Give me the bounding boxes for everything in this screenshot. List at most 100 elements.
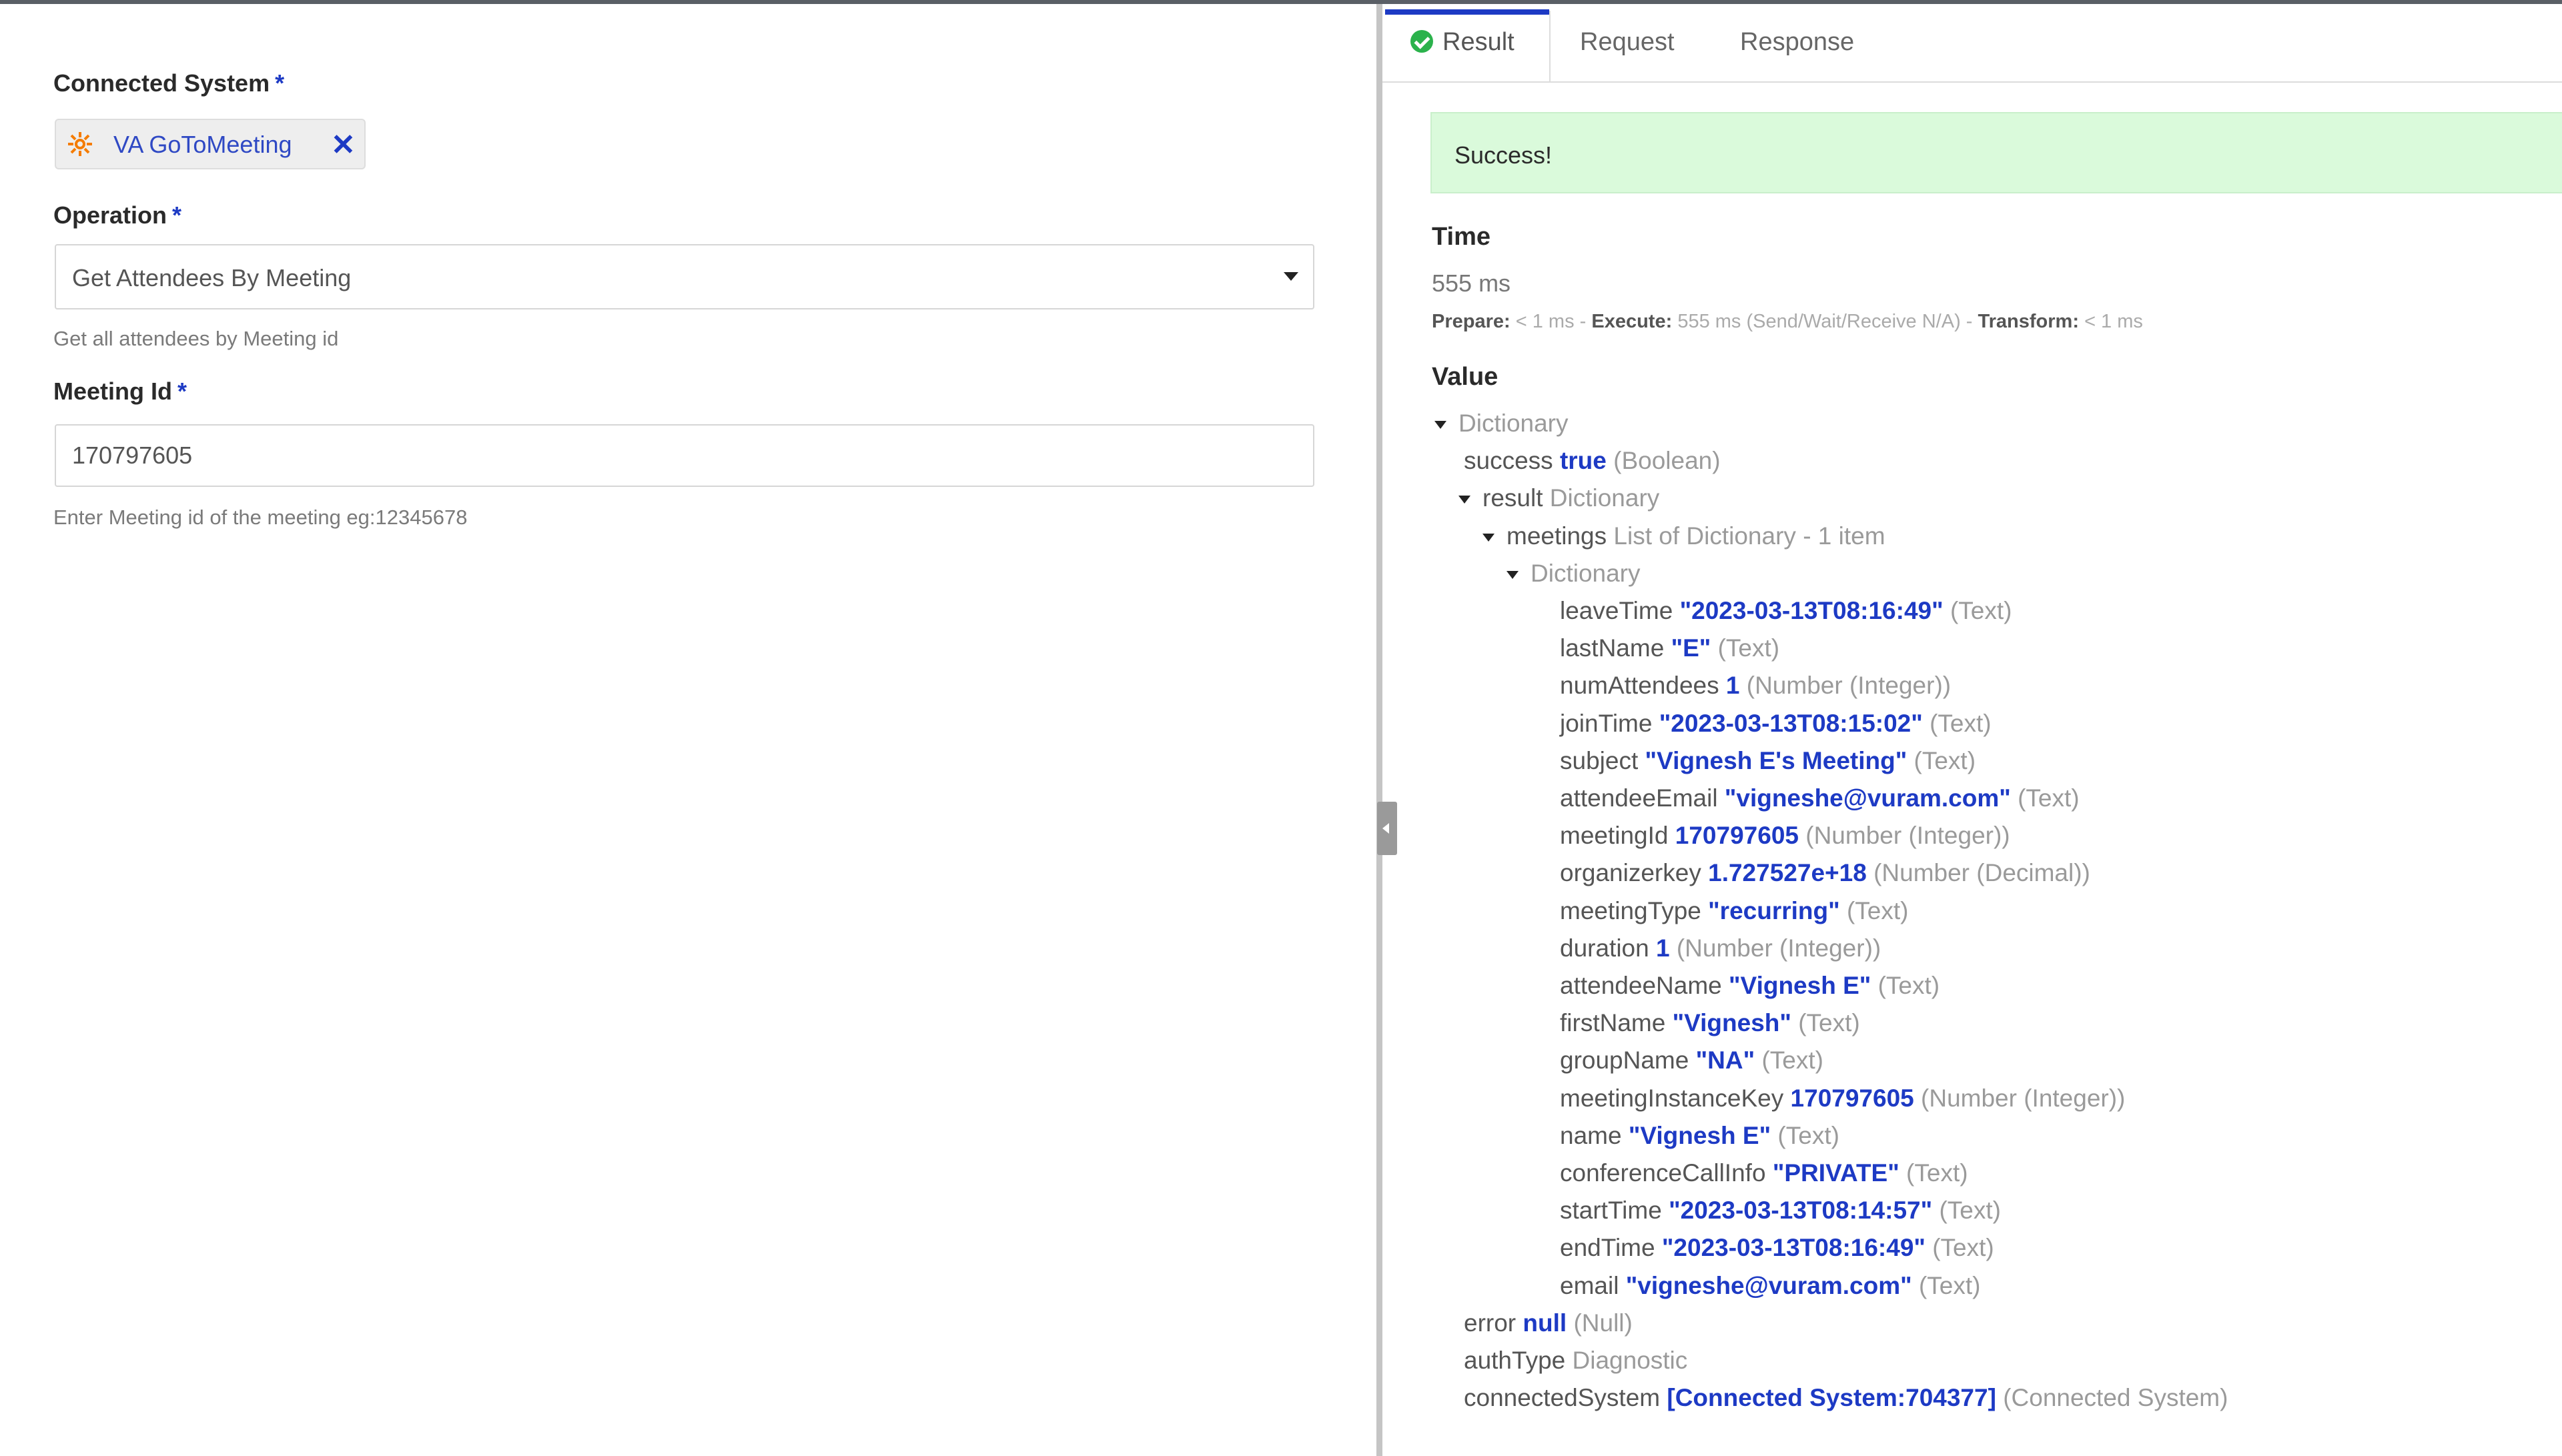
tree-row: email "vigneshe@vuram.com" (Text): [1560, 1272, 1980, 1300]
tree-key: result: [1482, 484, 1543, 512]
meeting-id-help-text: Enter Meeting id of the meeting eg:12345…: [53, 506, 468, 529]
tab-request[interactable]: Request: [1580, 28, 1675, 57]
tree-type: (Text): [1717, 634, 1780, 662]
tree-row[interactable]: meetings List of Dictionary - 1 item: [1482, 522, 1885, 550]
tree-value: "Vignesh E's Meeting": [1645, 747, 1907, 774]
tree-row: groupName "NA" (Text): [1560, 1046, 1823, 1074]
tree-value: true: [1559, 447, 1607, 474]
tree-type: Diagnostic: [1572, 1347, 1688, 1374]
tree-type: List of Dictionary - 1 item: [1613, 522, 1885, 550]
tree-type: (Number (Integer)): [1746, 672, 1952, 699]
tree-type: (Text): [1846, 897, 1909, 924]
tree-key: meetingId: [1560, 822, 1669, 849]
connected-system-name[interactable]: VA GoToMeeting: [113, 131, 292, 159]
tree-value: "PRIVATE": [1772, 1159, 1899, 1187]
tree-key: attendeeName: [1560, 972, 1722, 999]
tree-value: 1: [1656, 934, 1670, 962]
tree-key: startTime: [1560, 1197, 1662, 1224]
tree-value: "Vignesh E": [1729, 972, 1871, 999]
operation-help-text: Get all attendees by Meeting id: [53, 327, 339, 350]
tree-row: error null (Null): [1464, 1309, 1633, 1337]
tree-row: authType Diagnostic: [1464, 1347, 1687, 1375]
tree-row: duration 1 (Number (Integer)): [1560, 934, 1881, 962]
tab-separator: [1549, 11, 1551, 81]
tree-key: subject: [1560, 747, 1639, 774]
tree-value: 170797605: [1675, 822, 1799, 849]
operation-dropdown[interactable]: Get Attendees By Meeting: [55, 244, 1314, 309]
remove-connected-system-close-icon[interactable]: ✕: [331, 128, 356, 162]
tree-type: (Number (Integer)): [1676, 934, 1881, 962]
tab-result[interactable]: Result: [1410, 28, 1515, 57]
tree-row: lastName "E" (Text): [1560, 634, 1779, 662]
tree-row: attendeeEmail "vigneshe@vuram.com" (Text…: [1560, 784, 2080, 812]
tree-key: conferenceCallInfo: [1560, 1159, 1766, 1187]
tree-value: 170797605: [1790, 1084, 1914, 1112]
result-tabs: Result Request Response: [1382, 4, 2562, 83]
tree-row: attendeeName "Vignesh E" (Text): [1560, 972, 1940, 1000]
tree-key: meetings: [1507, 522, 1607, 550]
tree-row[interactable]: Dictionary: [1507, 560, 1641, 588]
tree-key: success: [1464, 447, 1553, 474]
tree-row: meetingInstanceKey 170797605 (Number (In…: [1560, 1084, 2125, 1113]
check-circle-icon: [1410, 30, 1433, 53]
expand-toggle-icon[interactable]: [1507, 571, 1519, 579]
tree-row: startTime "2023-03-13T08:14:57" (Text): [1560, 1197, 2001, 1225]
tree-key: meetingType: [1560, 897, 1701, 924]
tree-type: (Text): [1939, 1197, 2001, 1224]
time-value: 555 ms: [1432, 269, 1511, 297]
tree-type: (Text): [1913, 747, 1976, 774]
tree-value: 1: [1725, 672, 1740, 699]
tree-row: numAttendees 1 (Number (Integer)): [1560, 672, 1951, 700]
tree-key: joinTime: [1560, 710, 1653, 737]
expand-toggle-icon[interactable]: [1482, 534, 1494, 542]
connected-system-chip[interactable]: VA GoToMeeting ✕: [55, 119, 366, 169]
connected-system-label: Connected System *: [53, 69, 285, 97]
tree-type: (Boolean): [1613, 447, 1721, 474]
operation-selected-value: Get Attendees By Meeting: [72, 264, 352, 291]
tree-type: (Null): [1573, 1309, 1633, 1337]
meeting-id-input[interactable]: [55, 424, 1314, 487]
tree-value: "NA": [1695, 1046, 1755, 1074]
tree-row: leaveTime "2023-03-13T08:16:49" (Text): [1560, 597, 2012, 625]
tree-type: (Text): [2018, 784, 2080, 812]
tree-key: firstName: [1560, 1009, 1666, 1036]
expand-toggle-icon[interactable]: [1458, 496, 1470, 504]
success-banner: Success!: [1430, 112, 2562, 193]
tree-type: (Text): [1798, 1009, 1860, 1036]
connected-system-icon: [68, 132, 92, 156]
tree-row: success true (Boolean): [1464, 447, 1721, 475]
tree-key: leaveTime: [1560, 597, 1673, 624]
tree-value: 1.727527e+18: [1708, 859, 1867, 886]
panel-divider[interactable]: [1376, 4, 1382, 1456]
tree-key: authType: [1464, 1347, 1566, 1374]
success-message: Success!: [1454, 141, 1553, 169]
tree-key: error: [1464, 1309, 1517, 1337]
tree-key: meetingInstanceKey: [1560, 1084, 1784, 1112]
tree-value: "2023-03-13T08:14:57": [1669, 1197, 1933, 1224]
operation-label: Operation *: [53, 201, 182, 229]
tree-key: organizerkey: [1560, 859, 1701, 886]
tree-key: attendeeEmail: [1560, 784, 1718, 812]
tree-value: "2023-03-13T08:16:49": [1679, 597, 1944, 624]
active-tab-indicator: [1385, 9, 1549, 15]
tree-row[interactable]: result Dictionary: [1458, 484, 1659, 512]
tree-value: "Vignesh E": [1628, 1122, 1771, 1149]
tree-key: name: [1560, 1122, 1622, 1149]
configuration-panel: Connected System * VA GoToMeeting ✕ Opera…: [0, 4, 1376, 1456]
tree-row[interactable]: Dictionary: [1434, 410, 1569, 438]
expand-toggle-icon[interactable]: [1434, 421, 1446, 429]
tree-value: "recurring": [1708, 897, 1840, 924]
tree-key: connectedSystem: [1464, 1384, 1661, 1411]
tree-type: (Text): [1950, 597, 2012, 624]
meeting-id-label: Meeting Id *: [53, 378, 187, 405]
tree-row: subject "Vignesh E's Meeting" (Text): [1560, 747, 1976, 775]
tree-row: joinTime "2023-03-13T08:15:02" (Text): [1560, 710, 1992, 738]
tree-key: groupName: [1560, 1046, 1689, 1074]
test-results-panel: Result Request Response Success! Time 55…: [1382, 4, 2562, 1456]
tab-response[interactable]: Response: [1740, 28, 1854, 57]
tree-type: (Text): [1918, 1272, 1981, 1299]
tree-value: "2023-03-13T08:16:49": [1661, 1234, 1926, 1261]
tree-row: endTime "2023-03-13T08:16:49" (Text): [1560, 1234, 1994, 1262]
tree-row: conferenceCallInfo "PRIVATE" (Text): [1560, 1159, 1968, 1187]
tree-type: Dictionary: [1531, 560, 1641, 587]
